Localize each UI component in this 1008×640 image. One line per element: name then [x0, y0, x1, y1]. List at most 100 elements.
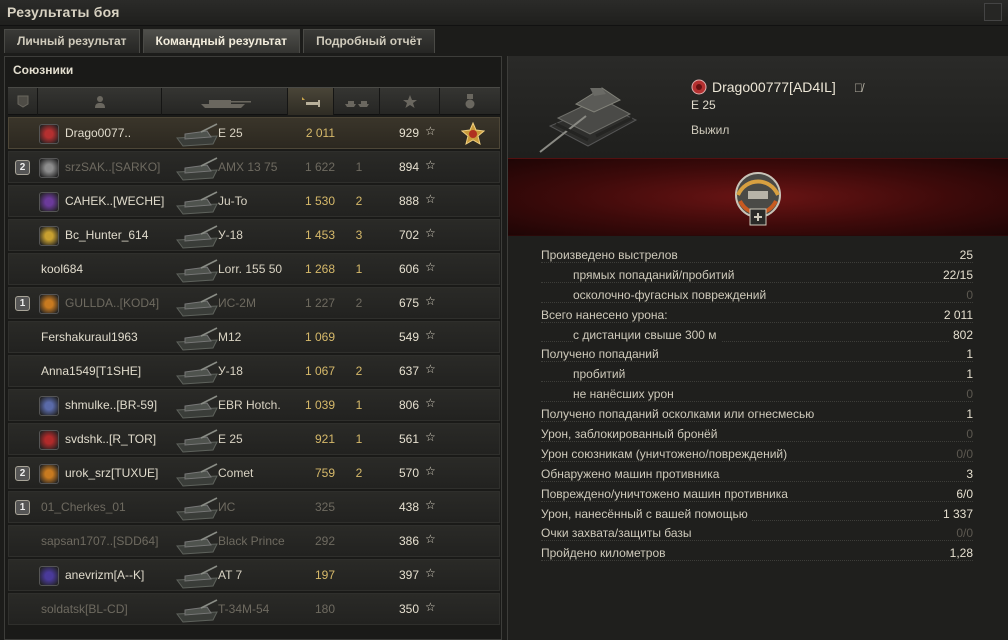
window-title-bar: Результаты боя: [0, 0, 1008, 26]
team-row[interactable]: 2 srzSAK..[SARKO] AMX 13 75 1 622 1 894 ☆: [8, 151, 500, 183]
frags-column-header[interactable]: [334, 88, 380, 115]
team-row[interactable]: CAHEK..[WECHE] Ju-To 1 530 2 888 ☆: [8, 185, 500, 217]
stat-row: Повреждено/уничтожено машин противника 6/…: [508, 485, 1008, 505]
clan-emblem-icon: [39, 226, 59, 246]
tank-name: Lorr. 155 50: [218, 262, 283, 276]
stat-label: Повреждено/уничтожено машин противника: [541, 486, 792, 501]
team-row[interactable]: Fershakuraul1963 M12 1 069 549 ☆: [8, 321, 500, 353]
stat-leader-dots: [541, 281, 973, 283]
team-row[interactable]: Anna1549[T1SHE] У-18 1 067 2 637 ☆: [8, 355, 500, 387]
stat-value: 6/0: [952, 486, 973, 501]
stat-leader-dots: [541, 421, 973, 423]
stat-value: 1,28: [945, 546, 973, 561]
tab-detailed-report[interactable]: Подробный отчёт: [303, 29, 436, 53]
stat-row: прямых попаданий/пробитий 22/15: [508, 266, 1008, 286]
stat-row: Получено попаданий осколками или огнесме…: [508, 405, 1008, 425]
xp-value: 397: [398, 568, 419, 582]
xp-value: 888: [398, 194, 419, 208]
tank-name: E 25: [218, 126, 243, 140]
team-row[interactable]: soldatsk[BL-CD] T-34M-54 180 350 ☆: [8, 593, 500, 625]
player-stats-list: Произведено выстрелов 25 прямых попаданий/…: [508, 246, 1008, 564]
team-row[interactable]: sapsan1707..[SDD64] Black Prince 292 386 ☆: [8, 525, 500, 557]
tank-icon: [176, 123, 218, 147]
team-row[interactable]: shmulke..[BR-59] EBR Hotch. 1 039 1 806 ☆: [8, 389, 500, 421]
damage-value: 180: [314, 602, 335, 616]
player-name: shmulke..[BR-59]: [65, 398, 158, 412]
tab-team-result[interactable]: Командный результат: [142, 29, 301, 53]
frags-value: 1: [355, 398, 363, 412]
team-row[interactable]: anevrizm[A--K] AT 7 197 397 ☆: [8, 559, 500, 591]
stat-label: Урон союзникам (уничтожено/повреждений): [541, 446, 792, 461]
xp-star-icon: ☆: [425, 532, 436, 546]
damage-icon: [301, 96, 320, 107]
team-row[interactable]: Drago0077.. E 25 2 011 929 ☆: [8, 117, 500, 149]
frags-value: 3: [355, 228, 363, 242]
tank-column-header[interactable]: [162, 88, 288, 115]
player-column-header[interactable]: [38, 88, 162, 115]
tank-icon: [176, 497, 218, 521]
xp-star-icon: ☆: [425, 498, 436, 512]
stat-value: 0: [962, 427, 973, 442]
xp-value: 350: [398, 602, 419, 616]
stat-leader-dots: [541, 341, 973, 343]
tank-name: Ju-To: [218, 194, 248, 208]
team-row[interactable]: kool684 Lorr. 155 50 1 268 1 606 ☆: [8, 253, 500, 285]
stat-value: 802: [948, 327, 973, 342]
damage-value: 325: [314, 500, 335, 514]
tank-name: AMX 13 75: [218, 160, 278, 174]
team-row[interactable]: 2 urok_srz[TUXUE] Comet 759 2 570 ☆: [8, 457, 500, 489]
xp-column-header[interactable]: [380, 88, 440, 115]
medal-column-header[interactable]: [440, 88, 500, 115]
team-row[interactable]: svdshk..[R_TOR] E 25 921 1 561 ☆: [8, 423, 500, 455]
player-icon: [94, 96, 105, 108]
platoon-icon: [17, 95, 28, 108]
tank-icon: [176, 157, 218, 181]
player-name: soldatsk[BL-CD]: [41, 602, 128, 616]
xp-star-icon: ☆: [425, 464, 436, 478]
platoon-column-header[interactable]: [8, 88, 38, 115]
tank-icon: [176, 225, 218, 249]
xp-star-icon: ☆: [425, 226, 436, 240]
tank-icon: [176, 361, 218, 385]
tank-name: Black Prince: [218, 534, 285, 548]
player-name: kool684: [41, 262, 84, 276]
tank-icon: [176, 259, 218, 283]
stat-row: Урон союзникам (уничтожено/повреждений) 0…: [508, 445, 1008, 465]
allies-label: Союзники: [13, 63, 74, 77]
team-row[interactable]: Bc_Hunter_614 У-18 1 453 3 702 ☆: [8, 219, 500, 251]
window-close-button[interactable]: [984, 3, 1002, 21]
clan-emblem-icon: [39, 294, 59, 314]
xp-star-icon: ☆: [425, 328, 436, 342]
stat-value: 1: [962, 347, 973, 362]
player-name: 01_Cherkes_01: [41, 500, 126, 514]
clan-emblem-icon: [39, 192, 59, 212]
team-row[interactable]: 1 GULLDA..[KOD4] ИС-2М 1 227 2 675 ☆: [8, 287, 500, 319]
team-panel: Союзники Drago0077.. E 25 2 011 929 ☆ 2 srzSAK…: [4, 56, 502, 640]
xp-star-icon: ☆: [425, 362, 436, 376]
stat-label: Очки захвата/защиты базы: [541, 526, 696, 541]
xp-star-icon: ☆: [425, 192, 436, 206]
medal-icon[interactable]: [461, 122, 485, 146]
stat-value: 0: [962, 387, 973, 402]
tank-icon: [176, 327, 218, 351]
xp-value: 549: [398, 330, 419, 344]
damage-value: 759: [314, 466, 335, 480]
tank-name: Comet: [218, 466, 254, 480]
damage-column-header[interactable]: [288, 88, 334, 115]
window-title: Результаты боя: [7, 4, 120, 20]
tab-personal-result[interactable]: Личный результат: [4, 29, 140, 53]
damage-value: 1 039: [304, 398, 335, 412]
player-detail-panel: Drago00777[AD4IL] 👁̸ E 25 Выжил Произвед…: [507, 56, 1008, 640]
platoon-badge: 1: [15, 500, 30, 515]
stat-value: 0/0: [952, 446, 973, 461]
team-row[interactable]: 1 01_Cherkes_01 ИС 325 438 ☆: [8, 491, 500, 523]
achievement-medal-icon[interactable]: [726, 165, 790, 231]
stat-label: Урон, заблокированный бронёй: [541, 427, 722, 442]
xp-star-icon: ☆: [425, 260, 436, 274]
hidden-eye-icon[interactable]: 👁̸: [854, 81, 863, 95]
stat-value: 2 011: [939, 307, 973, 322]
team-rows: Drago0077.. E 25 2 011 929 ☆ 2 srzSAK..[SARKO]…: [8, 117, 500, 627]
stat-label: Получено попаданий осколками или огнесме…: [541, 407, 819, 422]
stat-value: 22/15: [938, 267, 973, 282]
xp-value: 929: [398, 126, 419, 140]
